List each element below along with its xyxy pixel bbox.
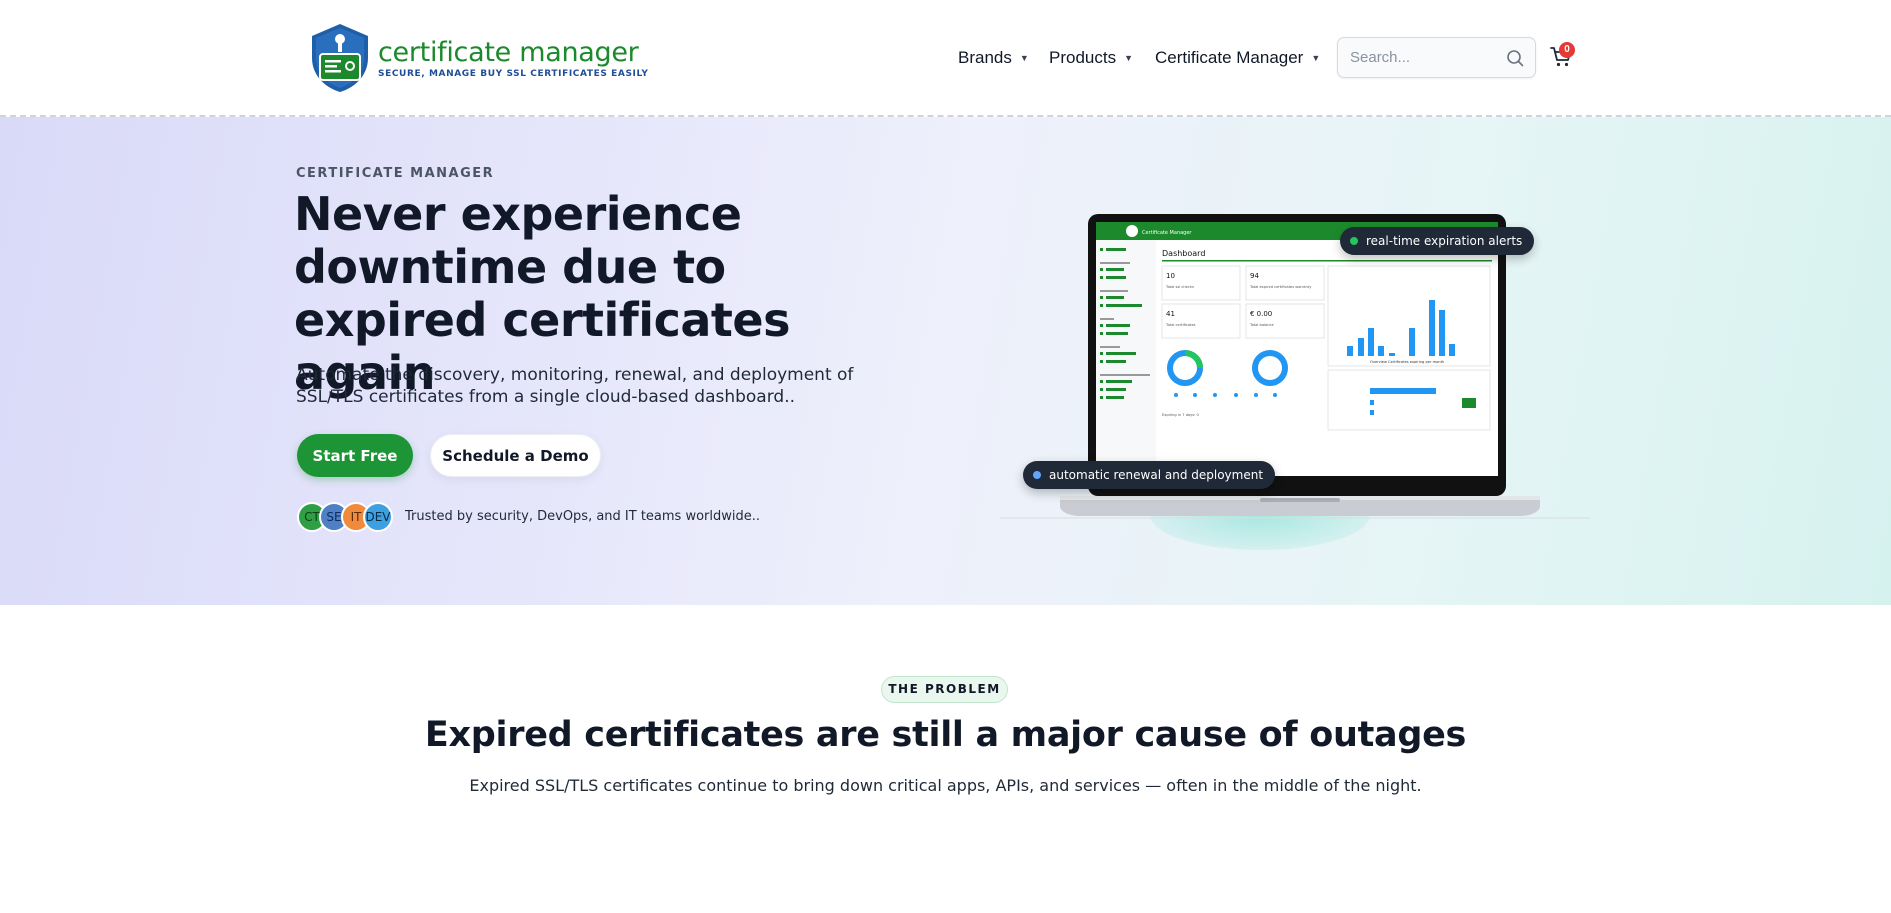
hero-eyebrow: CERTIFICATE MANAGER (296, 166, 495, 181)
start-free-button[interactable]: Start Free (297, 434, 413, 477)
avatar: DEV (363, 502, 393, 532)
auto-renewal-pill: automatic renewal and deployment (1023, 461, 1276, 489)
hero-description: Automate the discovery, monitoring, rene… (296, 365, 854, 407)
caret-down-icon: ▼ (1124, 53, 1134, 63)
nav-label: Brands (958, 48, 1012, 67)
search-box (1337, 37, 1536, 78)
stat-label: Total balance (1249, 323, 1274, 327)
logo-tagline: SECURE, MANAGE BUY SSL CERTIFICATES EASI… (378, 68, 649, 79)
pill-label: automatic renewal and deployment (1049, 468, 1264, 482)
nav-item-brands[interactable]: Brands ▼ (958, 48, 1029, 68)
schedule-demo-button[interactable]: Schedule a Demo (430, 434, 601, 477)
shield-certificate-icon (312, 24, 368, 92)
site-header: certificate manager SECURE, MANAGE BUY S… (0, 0, 1891, 117)
chart-caption: Overview Certificates expiring per month (1370, 360, 1444, 364)
trusted-text: Trusted by security, DevOps, and IT team… (405, 509, 761, 524)
dashboard-heading: Dashboard (1162, 249, 1205, 258)
expiring-text: Expiring in 7 days: 0 (1162, 413, 1200, 417)
site-logo[interactable]: certificate manager SECURE, MANAGE BUY S… (308, 22, 649, 94)
nav-label: Certificate Manager (1155, 48, 1304, 67)
section-badge: THE PROBLEM (881, 676, 1008, 703)
stat-label: Total certificates (1165, 323, 1196, 327)
logo-title: certificate manager (378, 36, 639, 68)
nav-item-certificate-manager[interactable]: Certificate Manager ▼ (1155, 48, 1320, 68)
stat-label: Total ssl checks (1165, 285, 1194, 289)
caret-down-icon: ▼ (1311, 53, 1321, 63)
dashboard-laptop-mockup: Certificate Manager Dashboard 10 Total s… (1000, 214, 1590, 519)
dashboard-app-name: Certificate Manager (1142, 230, 1192, 236)
caret-down-icon: ▼ (1019, 53, 1029, 63)
stat-value: € 0.00 (1250, 310, 1272, 318)
stat-label: Total expired certificates warranty (1249, 285, 1312, 289)
stat-value: 41 (1166, 310, 1175, 318)
search-icon[interactable] (1505, 48, 1525, 68)
stat-value: 94 (1250, 272, 1259, 280)
pill-label: real-time expiration alerts (1366, 234, 1523, 248)
status-dot-icon (1033, 471, 1041, 479)
search-input[interactable] (1338, 38, 1488, 77)
problem-title: Expired certificates are still a major c… (424, 715, 1467, 755)
status-dot-icon (1350, 237, 1358, 245)
problem-description: Expired SSL/TLS certificates continue to… (469, 776, 1422, 795)
cart-count-badge: 0 (1559, 42, 1575, 58)
realtime-alerts-pill: real-time expiration alerts (1340, 227, 1535, 255)
nav-item-products[interactable]: Products ▼ (1049, 48, 1133, 68)
problem-section (0, 605, 1891, 913)
hero-section (0, 117, 1891, 605)
nav-label: Products (1049, 48, 1117, 67)
stat-value: 10 (1166, 272, 1175, 280)
